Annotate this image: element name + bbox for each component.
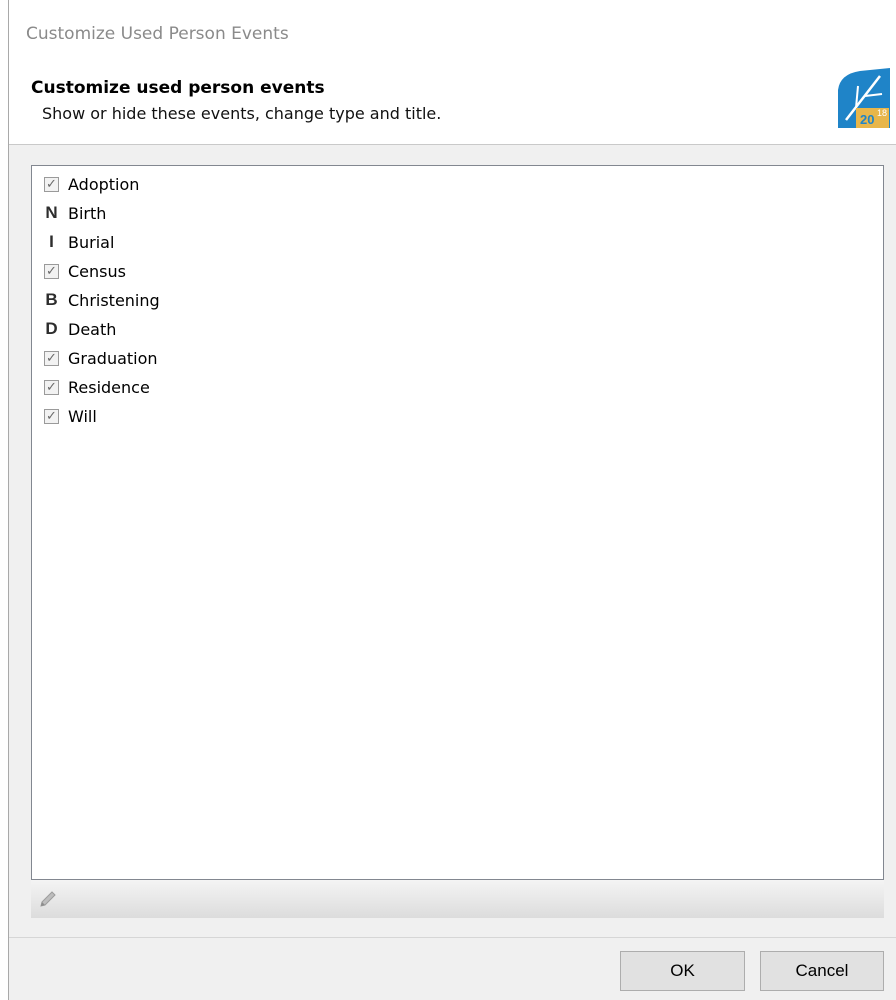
dialog-body: ✓ Adoption N Birth I Burial ✓ Census B Christenin… (9, 145, 896, 937)
title-bar: Customize Used Person Events (9, 0, 896, 66)
event-list-item[interactable]: N Birth (44, 200, 106, 226)
list-toolbar (31, 880, 884, 918)
event-label: Census (68, 261, 126, 281)
ok-button[interactable]: OK (620, 951, 745, 991)
event-type-letter: D (45, 319, 58, 338)
dialog-header: Customize used person events Show or hid… (9, 66, 896, 144)
event-label: Burial (68, 232, 115, 252)
header-title: Customize used person events (31, 78, 325, 98)
pencil-icon[interactable] (38, 889, 58, 909)
event-label: Adoption (68, 174, 140, 194)
event-type-letter: B (45, 290, 58, 309)
event-checkbox[interactable]: ✓ (44, 379, 59, 395)
events-list[interactable]: ✓ Adoption N Birth I Burial ✓ Census B Christenin… (31, 165, 884, 880)
event-type-letter: N (45, 203, 58, 222)
event-list-item[interactable]: ✓ Adoption (44, 171, 139, 197)
event-list-item[interactable]: I Burial (44, 229, 114, 255)
event-list-item[interactable]: ✓ Will (44, 403, 97, 429)
event-checkbox[interactable]: ✓ (44, 263, 59, 279)
header-description: Show or hide these events, change type a… (42, 104, 442, 123)
event-label: Residence (68, 377, 150, 397)
logo-year-main: 20 (860, 112, 874, 127)
event-list-item[interactable]: ✓ Residence (44, 374, 150, 400)
event-checkbox[interactable]: ✓ (44, 408, 59, 424)
event-list-item[interactable]: B Christening (44, 287, 160, 313)
window-title: Customize Used Person Events (26, 24, 289, 44)
event-type-letter: I (49, 232, 54, 251)
event-checkbox[interactable]: ✓ (44, 350, 59, 366)
event-label: Will (68, 406, 97, 426)
app-logo-leaf-icon: 20 18 (838, 68, 890, 128)
event-label: Death (68, 319, 117, 339)
event-list-item[interactable]: ✓ Graduation (44, 345, 158, 371)
event-list-item[interactable]: ✓ Census (44, 258, 126, 284)
event-label: Graduation (68, 348, 158, 368)
logo-year-sup: 18 (877, 108, 887, 118)
dialog-footer: OK Cancel (9, 938, 896, 1000)
event-list-item[interactable]: D Death (44, 316, 116, 342)
dialog-window: Customize Used Person Events Customize u… (8, 0, 896, 1000)
cancel-button[interactable]: Cancel (760, 951, 884, 991)
event-checkbox[interactable]: ✓ (44, 176, 59, 192)
event-label: Birth (68, 203, 107, 223)
event-label: Christening (68, 290, 160, 310)
